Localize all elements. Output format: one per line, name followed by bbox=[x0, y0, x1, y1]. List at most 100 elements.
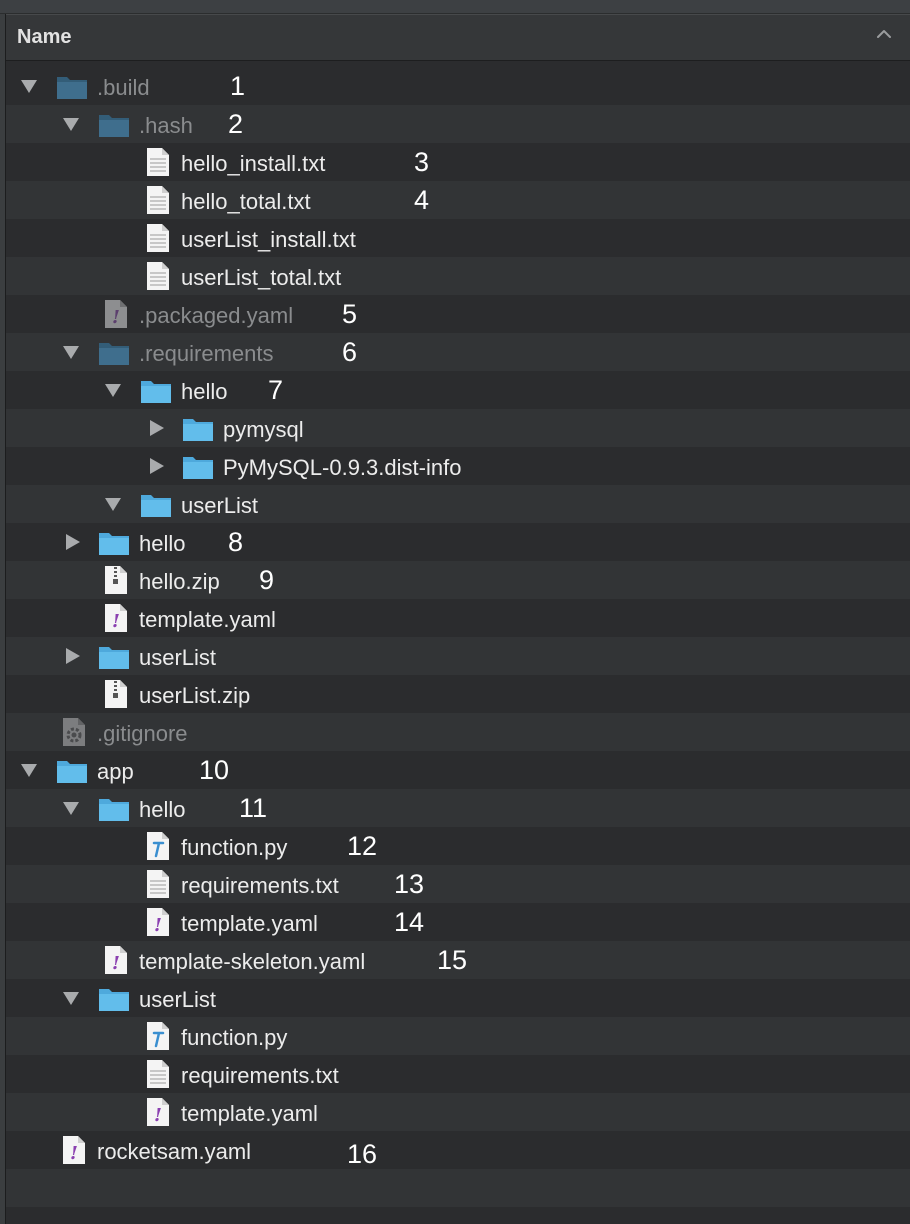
disclosure-collapsed-icon[interactable] bbox=[64, 648, 82, 664]
file-tree-panel: Name .build 1 .hash 2 hello_install.txt … bbox=[5, 14, 910, 1224]
text-file-icon bbox=[147, 262, 169, 290]
disclosure-expanded-icon[interactable] bbox=[62, 116, 80, 132]
disclosure-expanded-icon[interactable] bbox=[62, 990, 80, 1006]
row-label: function.py bbox=[181, 1025, 288, 1050]
row-label: app bbox=[97, 759, 134, 784]
tree-row-userlist-requirements-txt[interactable]: requirements.txt bbox=[6, 1055, 910, 1093]
row-annotation-number: 1 bbox=[230, 71, 246, 101]
sort-ascending-icon[interactable] bbox=[873, 23, 895, 45]
tree-row-gitignore[interactable]: .gitignore bbox=[6, 713, 910, 751]
folder-icon bbox=[99, 989, 129, 1011]
row-label: PyMySQL-0.9.3.dist-info bbox=[223, 455, 462, 480]
tree-row-requirements[interactable]: .requirements 6 bbox=[6, 333, 910, 371]
tree-row-hello-total[interactable]: hello_total.txt 4 bbox=[6, 181, 910, 219]
tree-row-app-userlist[interactable]: userList bbox=[6, 979, 910, 1017]
row-label: hello bbox=[181, 379, 228, 404]
tree-row-userlist-template-yaml[interactable]: ! template.yaml bbox=[6, 1093, 910, 1131]
folder-icon bbox=[99, 115, 129, 137]
svg-text:!: ! bbox=[154, 1105, 162, 1126]
disclosure-expanded-icon[interactable] bbox=[62, 800, 80, 816]
disclosure-collapsed-icon[interactable] bbox=[64, 534, 82, 550]
row-label: hello bbox=[139, 797, 186, 822]
yaml-file-icon: ! bbox=[63, 1136, 85, 1164]
tree-row-build-userlist[interactable]: userList bbox=[6, 637, 910, 675]
row-label: template.yaml bbox=[181, 1101, 318, 1126]
disclosure-expanded-icon[interactable] bbox=[104, 382, 122, 398]
row-label: rocketsam.yaml bbox=[97, 1139, 252, 1164]
tree-row-hello-requirements-txt[interactable]: requirements.txt 13 bbox=[6, 865, 910, 903]
row-label: template.yaml bbox=[139, 607, 276, 632]
yaml-file-icon: ! bbox=[105, 300, 127, 328]
tree-row-pymysql[interactable]: pymysql bbox=[6, 409, 910, 447]
zip-file-icon bbox=[105, 566, 127, 594]
folder-icon bbox=[183, 419, 213, 441]
tree-row-template-skeleton-yaml[interactable]: ! template-skeleton.yaml 15 bbox=[6, 941, 910, 979]
tree-row-build-template-yaml[interactable]: ! template.yaml bbox=[6, 599, 910, 637]
folder-icon bbox=[141, 381, 171, 403]
row-label: requirements.txt bbox=[181, 873, 339, 898]
disclosure-expanded-icon[interactable] bbox=[62, 344, 80, 360]
tree-row-hello-install[interactable]: hello_install.txt 3 bbox=[6, 143, 910, 181]
text-file-icon bbox=[147, 186, 169, 214]
row-annotation-number: 2 bbox=[228, 109, 244, 139]
row-label: .hash bbox=[139, 113, 193, 138]
yaml-file-icon: ! bbox=[147, 1098, 169, 1126]
row-label: .requirements bbox=[139, 341, 274, 366]
text-file-icon bbox=[147, 148, 169, 176]
row-label: userList bbox=[181, 493, 259, 518]
disclosure-expanded-icon[interactable] bbox=[104, 496, 122, 512]
folder-icon bbox=[99, 799, 129, 821]
row-annotation-number: 15 bbox=[437, 945, 468, 975]
tree-row-userlist-zip[interactable]: userList.zip bbox=[6, 675, 910, 713]
tree-row-build-hello[interactable]: hello 8 bbox=[6, 523, 910, 561]
gear-file-icon bbox=[63, 718, 85, 746]
disclosure-expanded-icon[interactable] bbox=[20, 762, 38, 778]
row-label: hello.zip bbox=[139, 569, 220, 594]
row-annotation-number: 10 bbox=[199, 755, 230, 785]
tree-row-requirements-hello[interactable]: hello 7 bbox=[6, 371, 910, 409]
row-label: userList bbox=[139, 645, 217, 670]
svg-text:!: ! bbox=[154, 915, 162, 936]
svg-text:!: ! bbox=[112, 953, 120, 974]
tree-row-app-hello[interactable]: hello 11 bbox=[6, 789, 910, 827]
row-annotation-number: 4 bbox=[414, 185, 430, 215]
row-annotation-number: 11 bbox=[239, 793, 268, 823]
window-top-strip bbox=[0, 0, 910, 14]
folder-icon bbox=[57, 761, 87, 783]
row-label: userList bbox=[139, 987, 217, 1012]
tree-row-pymysql-dist-info[interactable]: PyMySQL-0.9.3.dist-info bbox=[6, 447, 910, 485]
tree-row-requirements-userlist[interactable]: userList bbox=[6, 485, 910, 523]
disclosure-expanded-icon[interactable] bbox=[20, 78, 38, 94]
tree-row-userlist-function-py[interactable]: function.py bbox=[6, 1017, 910, 1055]
tree-row-packaged-yaml[interactable]: ! .packaged.yaml 5 bbox=[6, 295, 910, 333]
yaml-file-icon: ! bbox=[147, 908, 169, 936]
tree-row-userlist-total[interactable]: userList_total.txt bbox=[6, 257, 910, 295]
row-label: userList_total.txt bbox=[181, 265, 342, 290]
tree-row-hello-function-py[interactable]: function.py 12 bbox=[6, 827, 910, 865]
row-annotation-number: 6 bbox=[342, 337, 358, 367]
tree-row-rocketsam-yaml[interactable]: ! rocketsam.yaml 16 bbox=[6, 1131, 910, 1169]
disclosure-collapsed-icon[interactable] bbox=[148, 420, 166, 436]
tree-row-hello-zip[interactable]: hello.zip 9 bbox=[6, 561, 910, 599]
tree-row-userlist-install[interactable]: userList_install.txt bbox=[6, 219, 910, 257]
row-annotation-number: 3 bbox=[414, 147, 430, 177]
row-annotation-number: 9 bbox=[259, 565, 275, 595]
row-label: template.yaml bbox=[181, 911, 318, 936]
text-file-icon bbox=[147, 1060, 169, 1088]
row-label: requirements.txt bbox=[181, 1063, 339, 1088]
row-label: template-skeleton.yaml bbox=[139, 949, 366, 974]
tree-row-hello-template-yaml[interactable]: ! template.yaml 14 bbox=[6, 903, 910, 941]
tree-row-hash[interactable]: .hash 2 bbox=[6, 105, 910, 143]
row-label: hello bbox=[139, 531, 186, 556]
row-annotation-number: 5 bbox=[342, 299, 358, 329]
tree-row-build[interactable]: .build 1 bbox=[6, 67, 910, 105]
name-column-header[interactable]: Name bbox=[6, 14, 910, 61]
disclosure-collapsed-icon[interactable] bbox=[148, 458, 166, 474]
tree-row-app[interactable]: app 10 bbox=[6, 751, 910, 789]
folder-icon bbox=[57, 77, 87, 99]
yaml-file-icon: ! bbox=[105, 604, 127, 632]
row-label: userList.zip bbox=[139, 683, 251, 708]
folder-icon bbox=[99, 343, 129, 365]
row-annotation-number: 13 bbox=[394, 869, 425, 899]
folder-icon bbox=[141, 495, 171, 517]
